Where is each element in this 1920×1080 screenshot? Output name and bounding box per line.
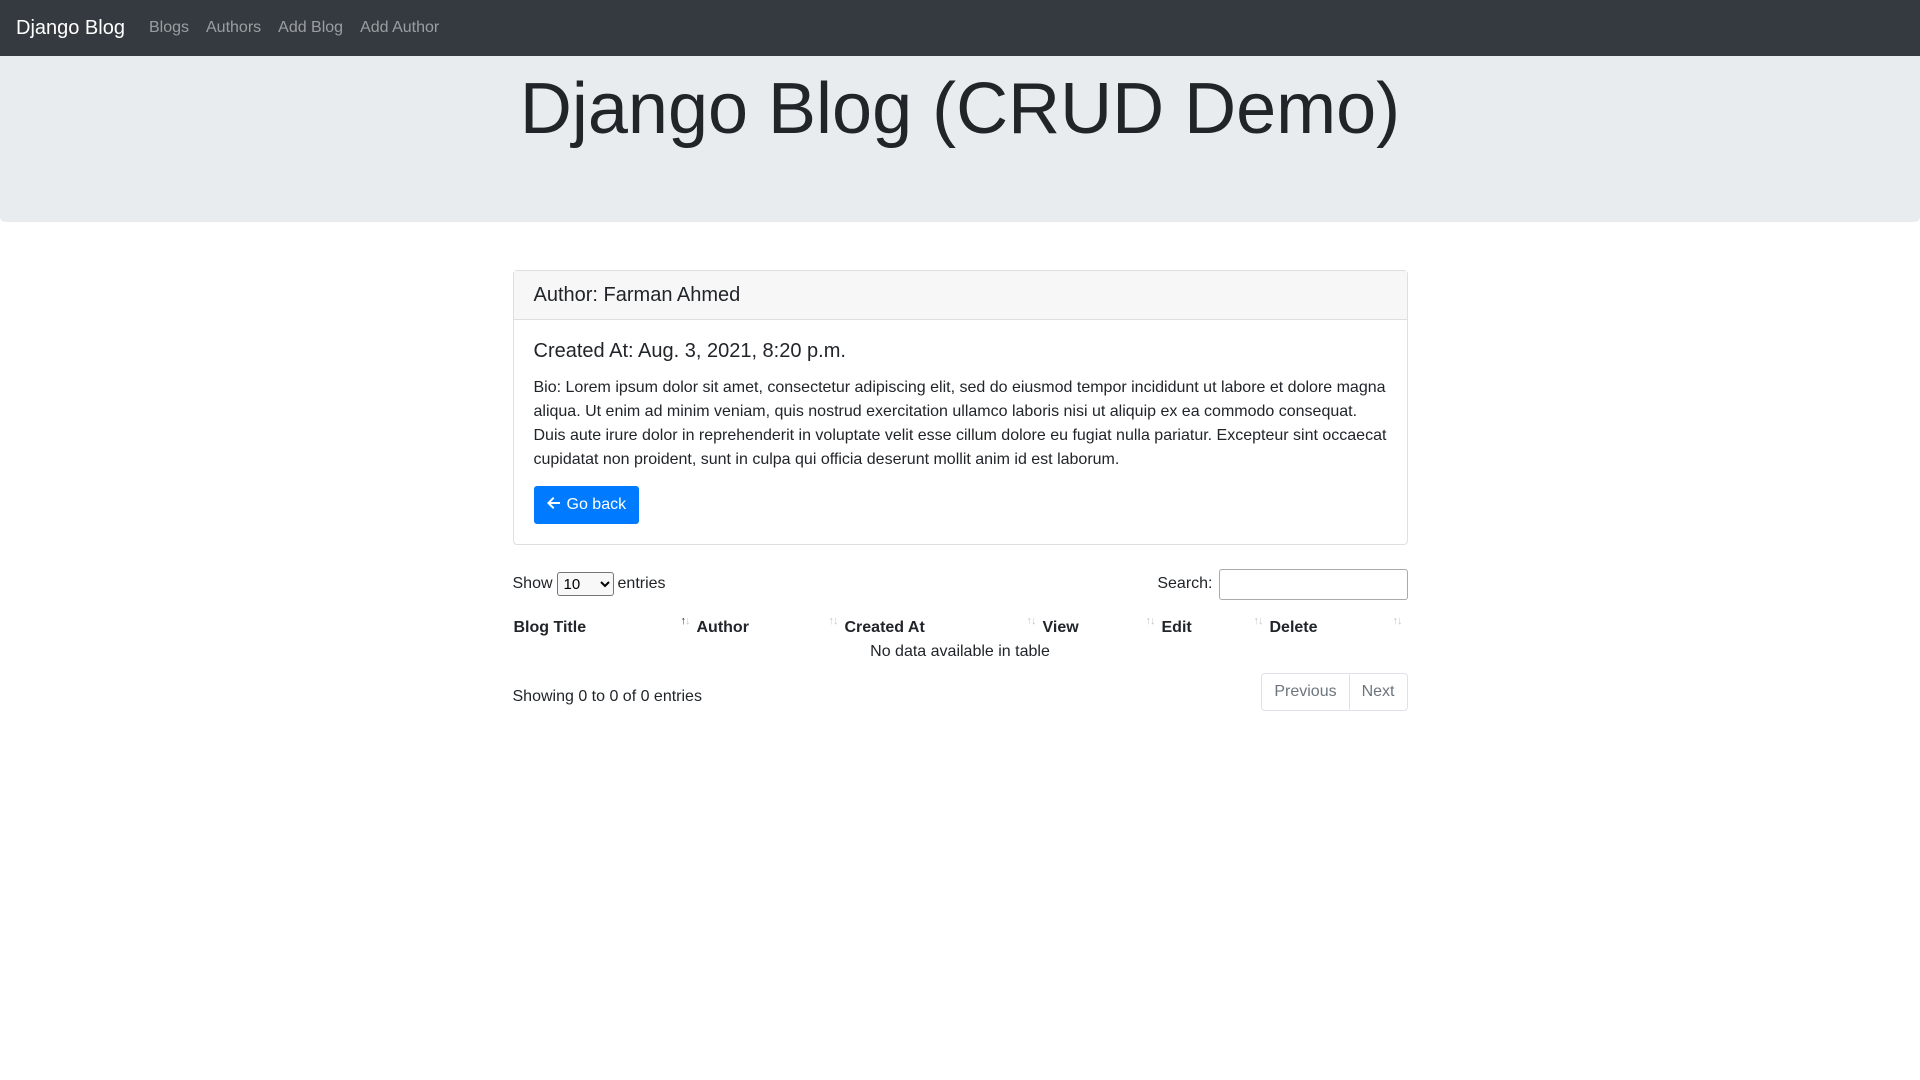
table-row: No data available in table [513, 641, 1408, 667]
column-label: Edit [1161, 619, 1192, 636]
go-back-label: Go back [566, 496, 627, 513]
author-card-header: Author: Farman Ahmed [513, 271, 1407, 320]
author-card: Author: Farman Ahmed Created At: Aug. 3,… [512, 270, 1408, 545]
go-back-button[interactable]: Go back [533, 486, 640, 524]
author-bio: Bio: Lorem ipsum dolor sit amet, consect… [533, 379, 1387, 468]
entries-label: entries [617, 575, 666, 592]
author-card-body: Created At: Aug. 3, 2021, 8:20 p.m. Bio:… [514, 320, 1407, 544]
column-label: Delete [1269, 619, 1318, 636]
column-header-view[interactable]: View ↑↓ [1042, 615, 1161, 641]
sort-arrows-icon: ↑↓ [1392, 615, 1403, 627]
nav-link-authors[interactable]: Authors [206, 19, 261, 37]
brand-link[interactable]: Django Blog [16, 17, 125, 40]
datatable-controls: Show 10 entries Search: [513, 568, 1408, 600]
sort-arrows-icon: ↑↓ [1026, 615, 1037, 627]
jumbotron: Django Blog (CRUD Demo) [0, 56, 1920, 222]
nav-link-add-author[interactable]: Add Author [360, 19, 439, 37]
datatable-footer: Showing 0 to 0 of 0 entries Previous Nex… [513, 673, 1408, 711]
column-header-delete[interactable]: Delete ↑↓ [1269, 615, 1408, 641]
search-input[interactable] [1218, 568, 1408, 600]
column-header-blog-title[interactable]: Blog Title ↑↓ [513, 615, 696, 641]
empty-table-message: No data available in table [870, 643, 1050, 660]
table-header-row: Blog Title ↑↓ Author ↑↓ Created At ↑↓ Vi… [513, 615, 1408, 641]
next-page-button[interactable]: Next [1349, 673, 1408, 711]
column-label: Created At [844, 619, 925, 636]
pagination: Previous Next [1261, 673, 1408, 711]
page-length-select[interactable]: 10 [556, 572, 614, 596]
main-container: Author: Farman Ahmed Created At: Aug. 3,… [512, 270, 1408, 711]
search-control: Search: [1157, 568, 1408, 600]
arrow-left-icon [546, 496, 561, 515]
page-length-control: Show 10 entries [513, 572, 666, 596]
nav-link-add-blog[interactable]: Add Blog [278, 19, 343, 37]
previous-page-button[interactable]: Previous [1261, 673, 1350, 711]
show-label: Show [512, 575, 553, 592]
table-info: Showing 0 to 0 of 0 entries [512, 688, 702, 705]
navbar: Django Blog Blogs Authors Add Blog Add A… [0, 0, 1920, 56]
column-header-created-at[interactable]: Created At ↑↓ [844, 615, 1042, 641]
column-label: Author [696, 619, 749, 636]
nav-link-blogs[interactable]: Blogs [149, 19, 189, 37]
blogs-table: Blog Title ↑↓ Author ↑↓ Created At ↑↓ Vi… [513, 615, 1408, 667]
sort-arrows-icon: ↑↓ [1145, 615, 1156, 627]
sort-arrows-icon: ↑↓ [680, 615, 691, 627]
column-label: View [1042, 619, 1079, 636]
column-header-author[interactable]: Author ↑↓ [696, 615, 844, 641]
search-label: Search: [1157, 575, 1213, 592]
column-label: Blog Title [513, 619, 587, 636]
column-header-edit[interactable]: Edit ↑↓ [1161, 615, 1269, 641]
created-at-text: Created At: Aug. 3, 2021, 8:20 p.m. [533, 340, 846, 362]
sort-arrows-icon: ↑↓ [828, 615, 839, 627]
sort-arrows-icon: ↑↓ [1253, 615, 1264, 627]
page-title: Django Blog (CRUD Demo) [519, 69, 1401, 149]
